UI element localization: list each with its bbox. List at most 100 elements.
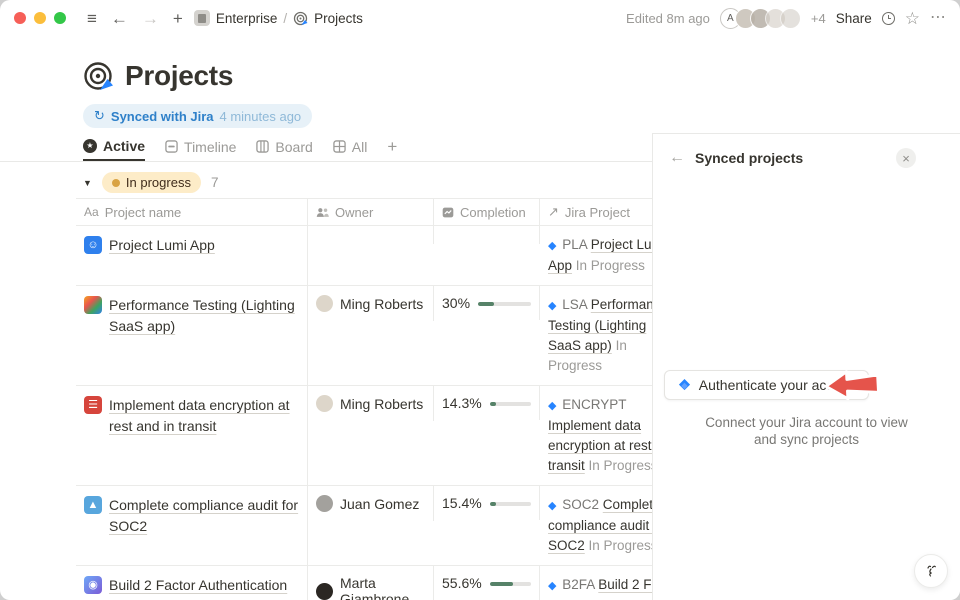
table-icon (333, 140, 346, 153)
synced-time: 4 minutes ago (220, 109, 302, 124)
authenticate-access-button[interactable]: Authenticate your access (664, 370, 869, 400)
auth-caption: Connect your Jira account to view and sy… (702, 414, 912, 448)
close-window-button[interactable] (14, 12, 26, 24)
column-label: Owner (335, 205, 373, 220)
collapse-group-icon[interactable]: ▼ (83, 178, 92, 188)
add-view-icon[interactable]: + (387, 137, 397, 157)
projects-page-icon (293, 11, 308, 26)
zoom-window-button[interactable] (54, 12, 66, 24)
table-body: ☺ Project Lumi App ◆ PLA Project Lumi Ap… (76, 226, 652, 600)
projects-title-icon (83, 61, 113, 91)
back-icon[interactable]: ← (104, 7, 135, 30)
panel-back-icon[interactable]: ← (669, 149, 685, 167)
owner-cell[interactable]: Marta Giambrone (308, 566, 434, 600)
group-status-badge[interactable]: In progress (102, 172, 201, 193)
jira-diamond-icon: ◆ (548, 300, 556, 312)
viewer-avatars[interactable]: A (720, 8, 801, 29)
jira-project-cell[interactable]: ◆ LSA Performance Testing (Lighting SaaS… (540, 286, 652, 385)
forward-icon[interactable]: → (135, 7, 166, 30)
owner-cell[interactable]: Juan Gomez (308, 486, 434, 521)
column-header-completion[interactable]: Completion (434, 199, 540, 225)
column-header-owner[interactable]: Owner (308, 199, 434, 225)
completion-cell[interactable]: 14.3% (434, 386, 540, 420)
projects-table: Aa Project name Owner Completion ↗ Jira … (76, 198, 652, 600)
text-property-icon: Aa (84, 205, 99, 219)
timeline-icon (165, 140, 178, 153)
completion-percent: 14.3% (442, 395, 482, 411)
table-row[interactable]: ▲ Complete compliance audit for SOC2 Jua… (76, 486, 652, 566)
red-hand-drawn-arrow (823, 367, 881, 403)
jira-key: ENCRYPT (562, 397, 626, 412)
table-row[interactable]: ◉ Build 2 Factor Authentication Marta Gi… (76, 566, 652, 600)
status-dot-icon (112, 179, 120, 187)
completion-cell[interactable]: 55.6% (434, 566, 540, 600)
more-options-icon[interactable]: ⋯ (930, 10, 946, 26)
synced-with-jira-badge[interactable]: ↻ Synced with Jira 4 minutes ago (83, 104, 312, 128)
completion-cell[interactable]: 30% (434, 286, 540, 320)
jira-status: In Progress (589, 458, 652, 473)
group-count: 7 (211, 175, 219, 190)
favorite-star-icon[interactable]: ☆ (905, 10, 920, 27)
breadcrumb-workspace[interactable]: Enterprise (216, 11, 278, 26)
jira-project-cell[interactable]: ◆ PLA Project Lumi App In Progress (540, 226, 652, 285)
project-name-link[interactable]: Performance Testing (Lighting SaaS app) (109, 295, 299, 337)
owner-name: Ming Roberts (340, 296, 423, 312)
owner-cell[interactable]: Ming Roberts (308, 386, 434, 421)
table-row[interactable]: Performance Testing (Lighting SaaS app) … (76, 286, 652, 386)
project-name-link[interactable]: Build 2 Factor Authentication (109, 575, 287, 596)
share-button[interactable]: Share (836, 11, 872, 26)
column-header-jira-project[interactable]: ↗ Jira Project (540, 199, 652, 225)
completion-percent: 30% (442, 295, 470, 311)
owner-avatar (316, 495, 333, 512)
column-header-project-name[interactable]: Aa Project name (76, 199, 308, 225)
table-row[interactable]: ☰ Implement data encryption at rest and … (76, 386, 652, 486)
safe-icon: ☰ (84, 396, 102, 414)
lumi-app-icon: ☺ (84, 236, 102, 254)
tab-active[interactable]: ★ Active (83, 132, 145, 161)
owner-name: Juan Gomez (340, 496, 419, 512)
jira-key: B2FA (562, 577, 594, 592)
top-bar: ≡ ← → + Enterprise / Projects Edited 8m … (0, 0, 960, 36)
completion-percent: 15.4% (442, 495, 482, 511)
owner-name: Ming Roberts (340, 396, 423, 412)
window-controls (14, 12, 66, 24)
tab-board[interactable]: Board (256, 132, 312, 161)
table-row[interactable]: ☺ Project Lumi App ◆ PLA Project Lumi Ap… (76, 226, 652, 286)
jira-project-cell[interactable]: ◆ ENCRYPT Implement data encryption at r… (540, 386, 652, 485)
rollup-chart-icon (442, 207, 454, 218)
tab-label: All (352, 139, 368, 155)
jira-project-cell[interactable]: ◆ B2FA Build 2 Factor Authentication In … (540, 566, 652, 600)
jira-diamond-icon: ◆ (548, 400, 556, 412)
completion-cell[interactable] (434, 226, 540, 244)
jira-diamond-icon: ◆ (548, 500, 556, 512)
completion-cell[interactable]: 15.4% (434, 486, 540, 520)
project-name-link[interactable]: Implement data encryption at rest and in… (109, 395, 299, 437)
project-name-link[interactable]: Complete compliance audit for SOC2 (109, 495, 299, 537)
sidebar-menu-icon[interactable]: ≡ (80, 7, 104, 30)
avatar-overflow-count[interactable]: +4 (811, 11, 826, 26)
tab-all[interactable]: All (333, 132, 368, 161)
external-arrow-icon: ↗ (548, 204, 559, 220)
panel-close-icon[interactable]: × (896, 148, 916, 168)
owner-avatar (316, 395, 333, 412)
owner-cell[interactable]: Ming Roberts (308, 286, 434, 321)
jira-key: PLA (562, 237, 587, 252)
progress-bar (478, 302, 531, 306)
notion-ai-face-button[interactable] (914, 554, 948, 588)
history-icon[interactable] (882, 12, 895, 25)
synced-label: Synced with Jira (111, 109, 214, 124)
progress-bar (490, 502, 531, 506)
tab-timeline[interactable]: Timeline (165, 132, 236, 161)
people-icon (316, 207, 329, 218)
jira-project-cell[interactable]: ◆ SOC2 Complete compliance audit for SOC… (540, 486, 652, 565)
minimize-window-button[interactable] (34, 12, 46, 24)
edited-timestamp: Edited 8m ago (626, 11, 710, 26)
workspace-icon (194, 10, 210, 26)
new-tab-icon[interactable]: + (166, 7, 190, 30)
owner-cell[interactable] (308, 226, 434, 244)
jira-key: SOC2 (562, 497, 599, 512)
breadcrumb-page[interactable]: Projects (314, 11, 363, 26)
breadcrumb-separator: / (283, 11, 287, 26)
project-name-link[interactable]: Project Lumi App (109, 235, 215, 256)
sync-icon: ↻ (94, 108, 105, 124)
